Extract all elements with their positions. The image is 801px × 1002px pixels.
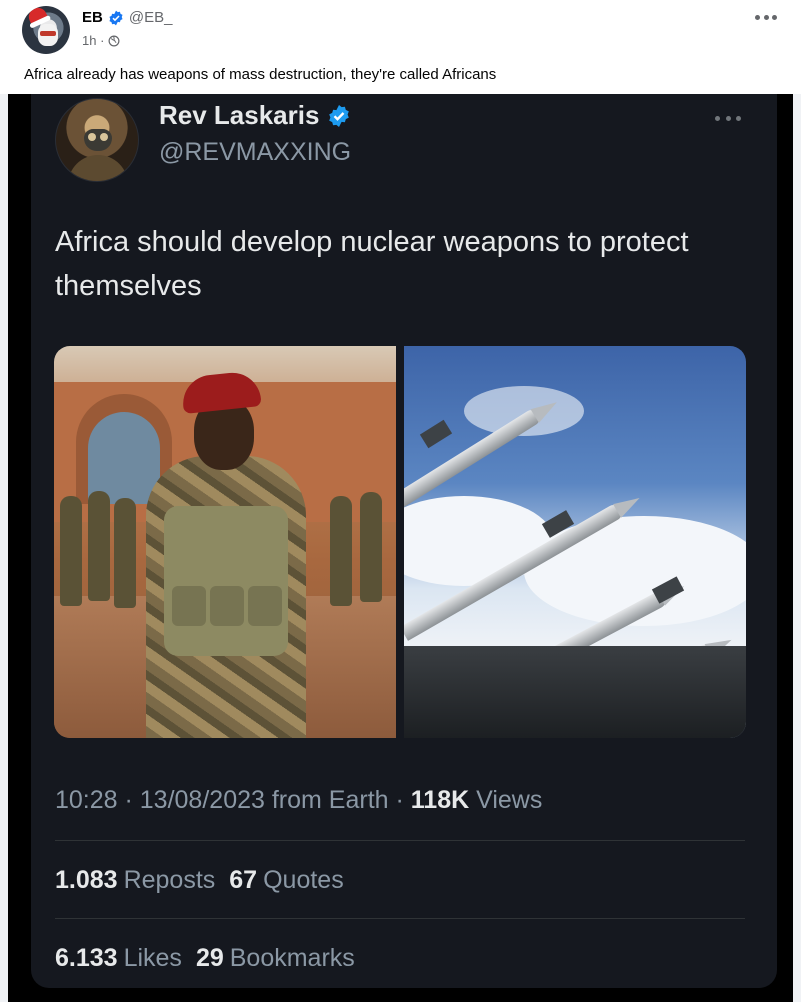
author-name[interactable]: EB [82,9,103,26]
media-gutter-right [793,94,801,1002]
post-header: EB @EB_ 1h · [0,0,801,60]
tweet-more-icon [715,114,741,122]
author-handle[interactable]: @EB_ [129,9,173,26]
tweet-media [54,346,746,738]
avatar-visor [40,31,56,36]
verified-badge-icon [109,10,123,25]
author-avatar[interactable] [22,6,70,54]
tweet-author-line: Rev Laskaris [159,100,351,131]
tweet-meta: 10:28 · 13/08/2023 from Earth · 118K Vie… [55,786,542,815]
likes-stat: 6.133 Likes [55,944,182,973]
verified-badge-icon [329,104,350,127]
tweet-timestamp: 10:28 · 13/08/2023 from Earth · [55,786,411,814]
post-meta: 1h · [82,33,120,48]
tweet-views-count: 118K [410,786,470,814]
tweet-views-label: Views [469,786,543,814]
bookmarks-stat: 29 Bookmarks [196,944,355,973]
reposts-count: 1.083 [55,866,118,894]
reposts-label: Reposts [123,866,216,894]
quotes-label: Quotes [263,866,344,894]
bookmarks-label: Bookmarks [229,944,355,972]
bookmarks-count: 29 [195,944,224,972]
tweet-stats-row-2: 6.133 Likes 29 Bookmarks [55,944,355,973]
globe-icon[interactable] [108,35,120,47]
tweet-author-name: Rev Laskaris [159,100,320,130]
tweet-author-avatar [55,98,139,182]
quotes-count: 67 [229,866,258,894]
likes-count: 6.133 [55,944,118,972]
tweet-divider [55,918,745,919]
post-time[interactable]: 1h · [82,33,104,48]
santa-hat-icon [25,6,49,26]
more-horizontal-icon[interactable] [755,10,777,24]
author-line: EB @EB_ [82,9,172,26]
missiles-photo [404,346,746,738]
soldier-photo [54,346,396,738]
tweet-author-handle: @REVMAXXING [159,138,352,166]
media-gutter-left [0,94,8,1002]
tweet-text: Africa should develop nuclear weapons to… [55,226,689,302]
post-image[interactable]: Rev Laskaris @REVMAXXING Africa should d… [8,94,793,1002]
likes-label: Likes [123,944,182,972]
tweet-divider [55,840,745,841]
tweet-card: Rev Laskaris @REVMAXXING Africa should d… [31,94,777,988]
reposts-stat: 1.083 Reposts [55,866,215,895]
tweet-stats-row-1: 1.083 Reposts 67 Quotes [55,866,344,895]
quotes-stat: 67 Quotes [229,866,343,895]
post-text: Africa already has weapons of mass destr… [24,66,497,83]
